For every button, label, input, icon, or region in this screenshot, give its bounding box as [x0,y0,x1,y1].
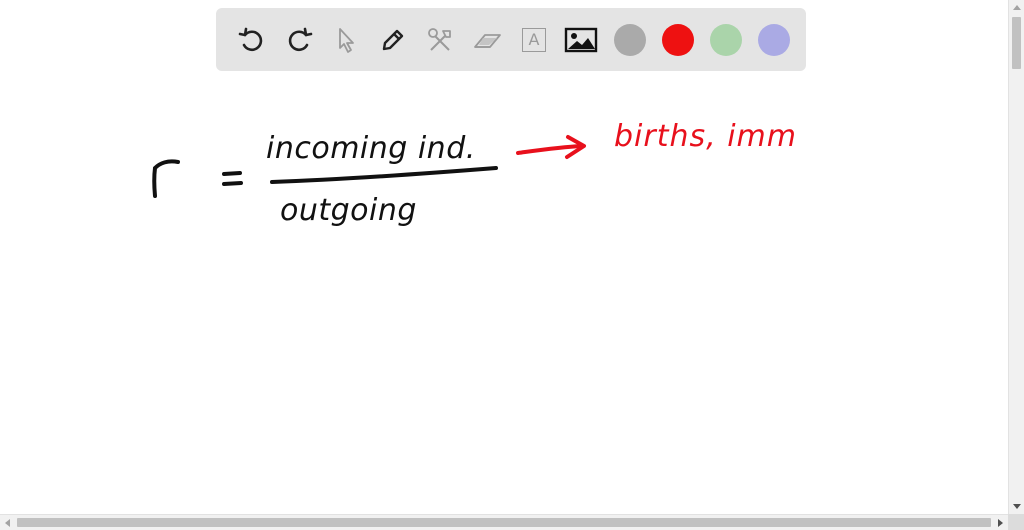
select-pointer-icon [339,27,354,53]
handwritten-denominator: outgoing [280,193,417,228]
text-tool-button[interactable]: A [512,18,556,62]
tools-button[interactable] [418,18,462,62]
horizontal-scroll-thumb[interactable] [17,518,991,527]
scroll-down-icon[interactable] [1013,504,1021,509]
handwritten-numerator: incoming ind. [266,131,476,166]
text-box-icon: A [522,27,546,52]
ink-layer [152,135,586,198]
scroll-up-icon[interactable] [1013,5,1021,10]
drawing-toolbar: A [216,8,806,71]
whiteboard-canvas[interactable]: incoming ind. outgoing births, imm A [0,0,1008,514]
ink-stroke-equals-top [222,171,242,176]
color-swatch-red[interactable] [662,23,694,56]
image-icon [564,27,598,52]
text-box-icon-glyph: A [528,29,540,49]
color-swatch-blue[interactable] [758,23,790,56]
tools-icon [428,27,451,51]
redo-icon [288,27,313,51]
image-button[interactable] [559,18,603,62]
eraser-button[interactable] [465,18,509,62]
redo-button[interactable] [277,18,321,62]
horizontal-scrollbar[interactable] [0,514,1008,530]
ink-stroke-r [152,159,180,198]
ink-stroke-equals-bottom [222,181,243,186]
eraser-icon [474,33,501,48]
scrollbar-corner [1008,514,1024,530]
vertical-scroll-thumb[interactable] [1012,17,1021,69]
vertical-scrollbar[interactable] [1008,0,1024,514]
color-swatch-gray[interactable] [614,23,646,56]
pen-icon [382,29,404,50]
pen-tool-button[interactable] [371,18,415,62]
select-tool-button[interactable] [324,18,368,62]
handwritten-arrow-target: births, imm [614,119,797,154]
color-swatch-green[interactable] [710,23,742,56]
undo-icon [238,27,263,51]
scroll-right-icon[interactable] [998,519,1003,527]
fraction-bar [270,166,498,184]
undo-button[interactable] [230,18,274,62]
scroll-left-icon[interactable] [5,519,10,527]
